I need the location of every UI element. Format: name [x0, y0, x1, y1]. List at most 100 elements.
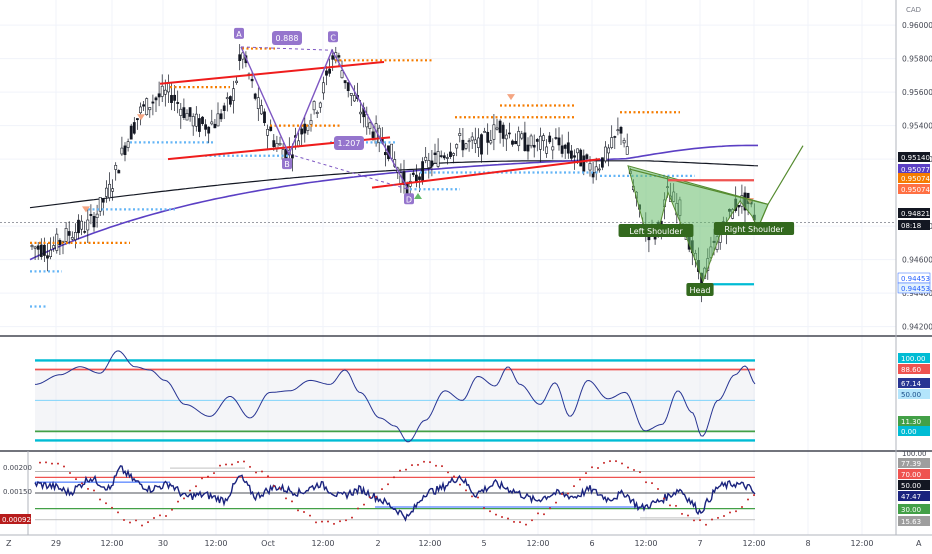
candle-body	[120, 147, 124, 155]
parabolic-dot	[561, 493, 563, 496]
left-value-badge-label: 0.00092	[2, 516, 31, 524]
oscillator-1-badge-label: 11.30	[901, 418, 921, 426]
candle-body	[579, 149, 583, 167]
candle-body	[167, 82, 170, 93]
harmonic-ratio-badge: 1.207	[334, 136, 364, 150]
candle-body	[272, 140, 276, 147]
parabolic-dot	[567, 492, 569, 495]
candle-body	[52, 245, 56, 249]
candle-body	[529, 135, 533, 147]
parabolic-dot	[255, 471, 257, 474]
price-badge: 0.95074	[898, 184, 930, 194]
parabolic-dot	[699, 519, 701, 522]
candle-body	[148, 107, 152, 111]
candle-body	[108, 183, 111, 198]
price-badge: 0.94453	[897, 272, 931, 284]
price-badge: 0.94453	[897, 282, 931, 294]
parabolic-dot	[417, 463, 419, 466]
parabolic-dot	[579, 478, 581, 481]
parabolic-dot	[423, 460, 425, 463]
parabolic-dot	[189, 489, 191, 492]
parabolic-dot	[177, 500, 179, 503]
parabolic-dot	[261, 470, 263, 473]
oscillator-1-badge: 50.00	[898, 389, 930, 399]
parabolic-dot	[207, 475, 209, 478]
candle-body	[433, 152, 437, 156]
oscillator-2-badge-label: 15.63	[901, 518, 921, 526]
candle-body	[560, 145, 564, 154]
candle-body	[495, 127, 499, 130]
candle-body	[585, 154, 589, 159]
candle-body	[569, 150, 573, 159]
price-badge-label: 0.94453	[901, 285, 930, 293]
candle-body	[74, 232, 77, 240]
candle-body	[225, 97, 229, 100]
footer-right-label: A	[916, 539, 922, 548]
candle-body	[229, 96, 232, 105]
currency-label: CAD	[906, 6, 921, 14]
candle-body	[235, 80, 239, 83]
parabolic-dot	[573, 485, 575, 488]
parabolic-dot	[465, 489, 467, 492]
parabolic-dot	[603, 461, 605, 464]
chart-root: A B C D 0.888 1.207 Left Shoulder Head Right Sho…	[0, 0, 932, 550]
parabolic-dot	[657, 488, 659, 491]
price-badge-label: 08:18	[901, 222, 921, 230]
y-tick-label: 0.94600	[902, 256, 932, 265]
candle-body	[95, 213, 99, 218]
candle-body	[563, 144, 567, 149]
parabolic-dot	[375, 495, 377, 498]
parabolic-dot	[387, 483, 389, 486]
candle-body	[542, 135, 545, 142]
parabolic-dot	[117, 511, 119, 514]
oscillator-2-badge: 70.00	[898, 469, 930, 479]
parabolic-dot	[501, 515, 503, 518]
candle-body	[46, 255, 49, 259]
candle-body	[253, 93, 257, 99]
candle-body	[216, 113, 220, 127]
candle-body	[424, 156, 428, 161]
candle-body	[520, 133, 524, 139]
candle-body	[201, 116, 204, 124]
x-tick-label: 6	[589, 539, 594, 548]
candle-body	[737, 204, 741, 208]
oscillator-1-badge-label: 100.00	[901, 355, 926, 363]
chart-canvas[interactable]: A B C D 0.888 1.207 Left Shoulder Head Right Sho…	[0, 0, 932, 550]
parabolic-dot	[537, 512, 539, 515]
candle-body	[232, 88, 235, 101]
parabolic-dot	[135, 519, 137, 522]
candle	[129, 123, 133, 140]
parabolic-dot	[171, 508, 173, 511]
candle-body	[622, 140, 626, 144]
candle-body	[368, 122, 372, 129]
candle-body	[151, 101, 155, 104]
candle-body	[625, 146, 629, 155]
candle-body	[582, 155, 586, 172]
parabolic-dot	[369, 496, 371, 499]
price-badge-label: 0.94821	[901, 210, 930, 218]
candle-body	[430, 160, 434, 167]
candle-body	[325, 70, 328, 76]
parabolic-dot	[225, 463, 227, 466]
candle-body	[269, 126, 273, 132]
parabolic-dot	[615, 460, 617, 463]
parabolic-dot	[291, 500, 293, 503]
parabolic-dot	[723, 514, 725, 517]
parabolic-dot	[213, 472, 215, 475]
x-tick-label: 12:00	[634, 539, 657, 548]
parabolic-dot	[303, 511, 305, 514]
parabolic-dot	[693, 519, 695, 522]
parabolic-dot	[381, 488, 383, 491]
candle-body	[179, 108, 183, 116]
candle-body	[489, 140, 493, 144]
parabolic-dot	[411, 464, 413, 467]
parabolic-dot	[51, 462, 53, 465]
parabolic-dot	[477, 496, 479, 499]
candle-body	[486, 131, 490, 143]
x-tick-label: 12:00	[204, 539, 227, 548]
candle-body	[473, 139, 477, 144]
candle-body	[340, 70, 344, 79]
parabolic-dot	[393, 476, 395, 479]
parabolic-dot	[63, 465, 65, 468]
parabolic-dot	[471, 495, 473, 498]
